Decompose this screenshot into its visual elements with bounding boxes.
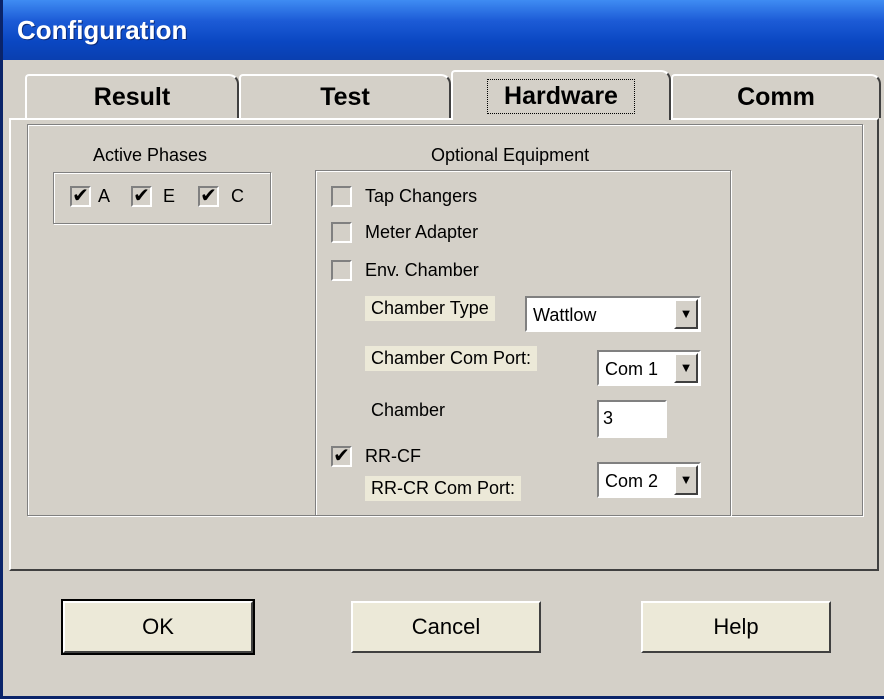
tab-hardware[interactable]: Hardware: [451, 70, 671, 120]
chamber-type-select[interactable]: Wattlow ▼: [525, 296, 701, 332]
phase-e-label: E: [163, 186, 176, 206]
active-phases-title: Active Phases: [93, 145, 208, 165]
phase-a-label: A: [98, 186, 111, 206]
chamber-type-value: Wattlow: [533, 305, 597, 325]
rr-cr-com-port-value: Com 2: [605, 471, 659, 491]
chamber-label: Chamber: [371, 400, 446, 420]
phase-c-checkbox[interactable]: ✔: [198, 186, 219, 207]
chevron-down-icon[interactable]: ▼: [674, 353, 698, 383]
window-title: Configuration: [17, 15, 188, 45]
phase-a-checkbox[interactable]: ✔: [70, 186, 91, 207]
meter-adapter-checkbox[interactable]: [331, 222, 352, 243]
tab-result[interactable]: Result: [25, 74, 239, 118]
rr-cf-checkbox[interactable]: ✔: [331, 446, 352, 467]
rr-cf-label: RR-CF: [365, 446, 421, 466]
ok-button[interactable]: OK: [61, 599, 255, 655]
cancel-button[interactable]: Cancel: [351, 601, 541, 653]
chamber-type-label: Chamber Type: [365, 296, 495, 321]
env-chamber-label: Env. Chamber: [365, 260, 479, 280]
tab-test-label: Test: [320, 82, 370, 111]
chevron-down-icon[interactable]: ▼: [674, 465, 698, 495]
tap-changers-label: Tap Changers: [365, 186, 478, 206]
tab-hardware-label: Hardware: [487, 78, 635, 114]
help-button[interactable]: Help: [641, 601, 831, 653]
configuration-window: Configuration Result Test Hardware Comm …: [0, 0, 884, 699]
tab-test[interactable]: Test: [239, 74, 451, 118]
chamber-com-port-select[interactable]: Com 1 ▼: [597, 350, 701, 386]
tab-comm[interactable]: Comm: [671, 74, 881, 118]
tab-comm-label: Comm: [737, 82, 815, 111]
phase-c-label: C: [231, 186, 244, 206]
chamber-com-port-label: Chamber Com Port:: [365, 346, 538, 371]
phase-e-checkbox[interactable]: ✔: [131, 186, 152, 207]
tab-result-label: Result: [93, 82, 171, 111]
rr-cr-com-port-select[interactable]: Com 2 ▼: [597, 462, 701, 498]
tap-changers-checkbox[interactable]: [331, 186, 352, 207]
env-chamber-checkbox[interactable]: [331, 260, 352, 281]
chevron-down-icon[interactable]: ▼: [674, 299, 698, 329]
optional-equipment-title: Optional Equipment: [431, 145, 590, 165]
rr-cr-com-port-label: RR-CR Com Port:: [365, 476, 522, 501]
chamber-com-port-value: Com 1: [605, 359, 659, 379]
meter-adapter-label: Meter Adapter: [365, 222, 479, 242]
chamber-input[interactable]: 3: [597, 400, 667, 438]
title-bar[interactable]: Configuration: [3, 0, 884, 60]
